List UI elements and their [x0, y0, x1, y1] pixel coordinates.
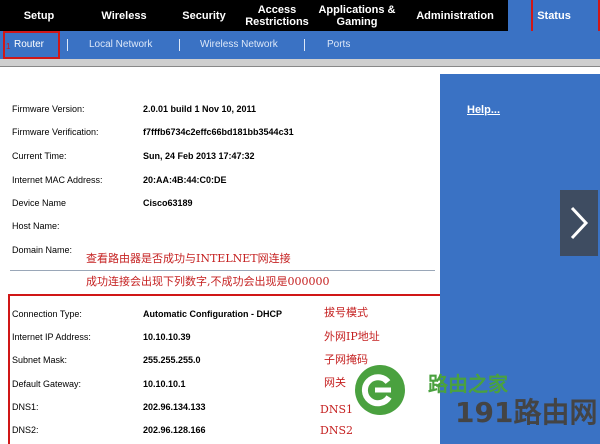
- watermark-text-site: 191路由网: [455, 396, 598, 429]
- annotation-dial-mode: 拔号模式: [324, 306, 368, 319]
- firmware-verification-value: f7fffb6734c2effc66bd181bb3544c31: [143, 127, 294, 137]
- tab-separator: [179, 39, 180, 51]
- nav-wireless[interactable]: Wireless: [82, 0, 166, 31]
- dns1-label: DNS1:: [12, 402, 39, 412]
- header-divider-line: [0, 66, 600, 67]
- current-time-label: Current Time:: [12, 151, 67, 161]
- internet-ip-label: Internet IP Address:: [12, 332, 91, 342]
- default-gateway-label: Default Gateway:: [12, 379, 82, 389]
- nav-setup[interactable]: Setup: [0, 0, 78, 31]
- tab-router[interactable]: Router: [14, 39, 44, 50]
- help-link[interactable]: Help...: [467, 104, 500, 116]
- mac-address-label: Internet MAC Address:: [12, 175, 103, 185]
- tab-local-network[interactable]: Local Network: [89, 39, 152, 50]
- connection-type-label: Connection Type:: [12, 309, 82, 319]
- annotation-success-hint: 成功连接会出现下列数字,不成功会出现是000000: [86, 275, 330, 288]
- nav-administration[interactable]: Administration: [404, 0, 506, 31]
- annotation-dns2: DNS2: [320, 424, 353, 437]
- subnet-mask-label: Subnet Mask:: [12, 355, 68, 365]
- firmware-version-label: Firmware Version:: [12, 104, 85, 114]
- tab-wireless-network[interactable]: Wireless Network: [200, 39, 278, 50]
- default-gateway-value: 10.10.10.1: [143, 379, 186, 389]
- mac-address-value: 20:AA:4B:44:C0:DE: [143, 175, 227, 185]
- internet-ip-value: 10.10.10.39: [143, 332, 191, 342]
- device-name-label: Device Name: [12, 198, 67, 208]
- firmware-version-value: 2.0.01 build 1 Nov 10, 2011: [143, 104, 257, 114]
- annotation-dns1: DNS1: [320, 403, 353, 416]
- current-time-value: Sun, 24 Feb 2013 17:47:32: [143, 151, 255, 161]
- dns2-value: 202.96.128.166: [143, 425, 206, 435]
- tab-separator: [67, 39, 68, 51]
- next-page-button[interactable]: [560, 190, 598, 256]
- annotation-check-connection: 查看路由器是否成功与INTELNET网连接: [86, 252, 291, 265]
- domain-name-label: Domain Name:: [12, 245, 73, 255]
- nav-security[interactable]: Security: [170, 0, 238, 31]
- dns1-value: 202.96.134.133: [143, 402, 206, 412]
- annotation-gateway: 网关: [324, 376, 346, 389]
- section-divider: [10, 270, 435, 271]
- tab-ports[interactable]: Ports: [327, 39, 350, 50]
- device-name-value: Cisco63189: [143, 198, 193, 208]
- nav-applications-gaming[interactable]: Applications & Gaming: [314, 0, 400, 31]
- subnet-mask-value: 255.255.255.0: [143, 355, 201, 365]
- host-name-label: Host Name:: [12, 221, 60, 231]
- nav-status[interactable]: Status: [508, 0, 600, 32]
- watermark-logo: [355, 365, 405, 415]
- nav-access-restrictions[interactable]: Access Restrictions: [240, 0, 314, 31]
- dns2-label: DNS2:: [12, 425, 39, 435]
- sub-navigation: Router Local Network Wireless Network Po…: [0, 31, 600, 59]
- connection-type-value: Automatic Configuration - DHCP: [143, 309, 282, 319]
- tab-separator: [304, 39, 305, 51]
- annotation-wan-ip: 外网IP地址: [324, 330, 380, 343]
- step-marker: 1: [6, 42, 11, 51]
- chevron-right-icon: [570, 206, 589, 240]
- firmware-verification-label: Firmware Verification:: [12, 127, 99, 137]
